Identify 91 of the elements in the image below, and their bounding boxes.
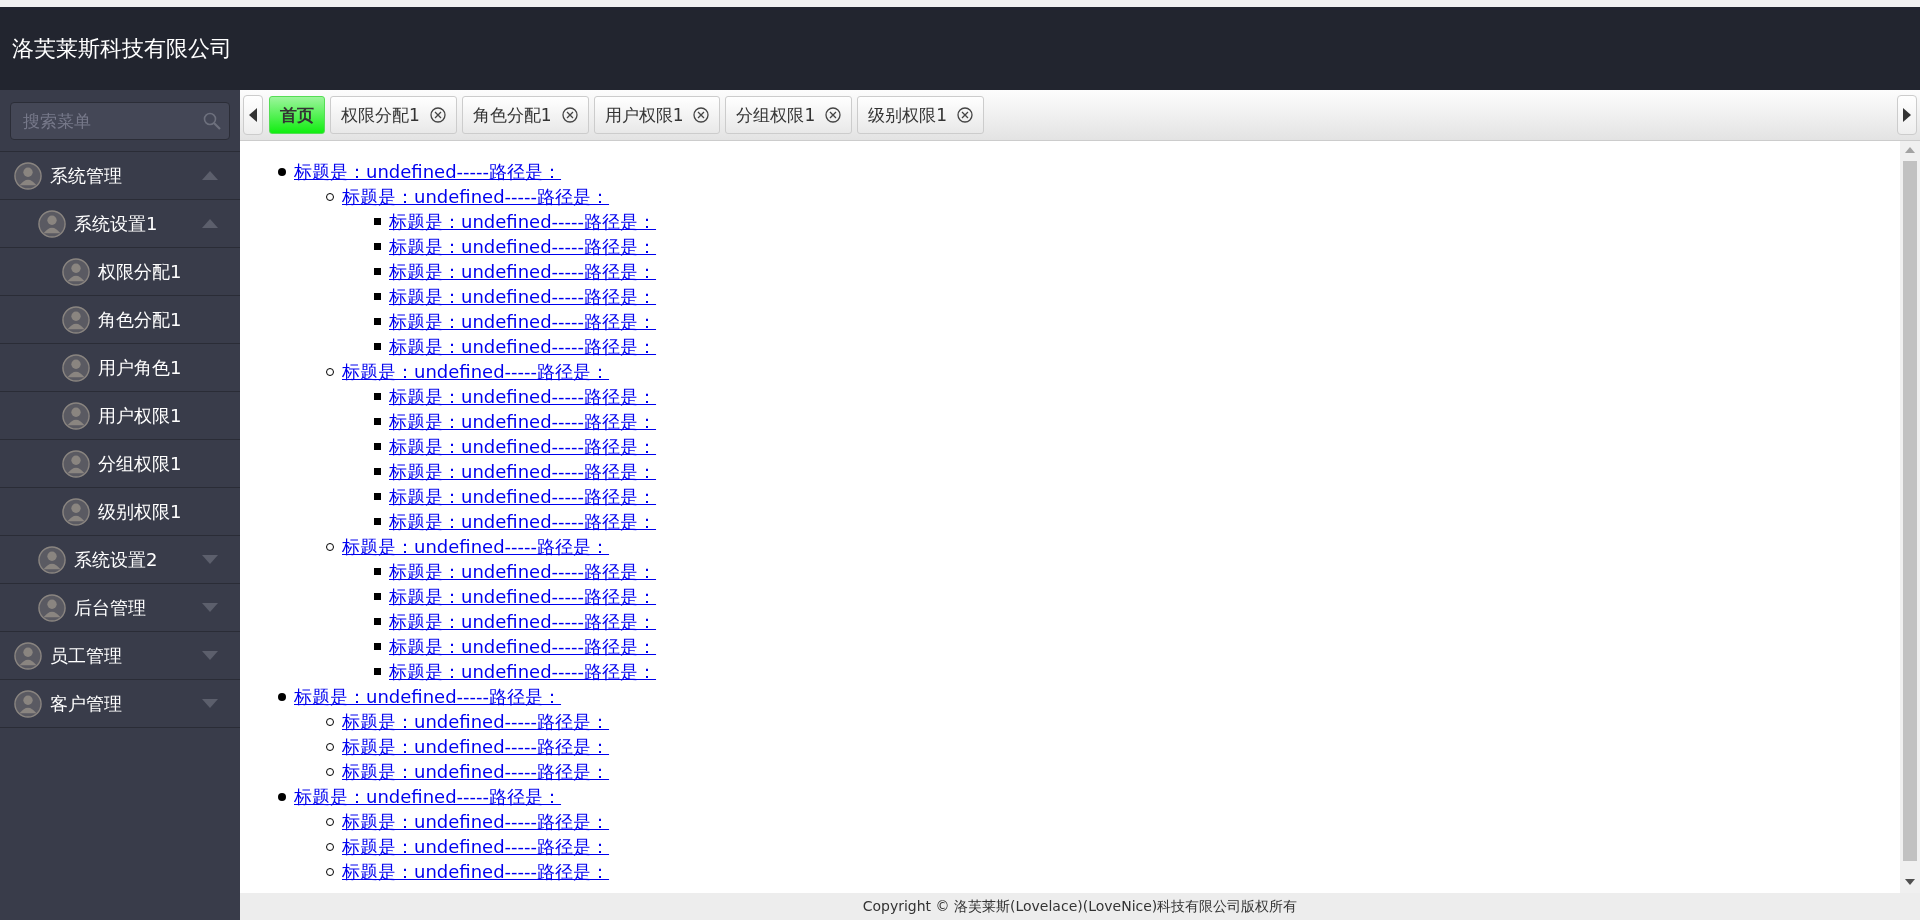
scroll-left-button[interactable] bbox=[243, 95, 263, 135]
bullet-icon bbox=[374, 643, 381, 650]
tab[interactable]: 用户权限1 bbox=[593, 96, 721, 134]
tree-link[interactable]: 标题是：undefined-----路径是： bbox=[389, 309, 657, 334]
tree-link[interactable]: 标题是：undefined-----路径是： bbox=[389, 334, 657, 359]
bullet-icon bbox=[374, 268, 381, 275]
tree-link[interactable]: 标题是：undefined-----路径是： bbox=[389, 384, 657, 409]
tree-link[interactable]: 标题是：undefined-----路径是： bbox=[342, 759, 610, 784]
tree-link[interactable]: 标题是：undefined-----路径是： bbox=[389, 234, 657, 259]
tree-link[interactable]: 标题是：undefined-----路径是： bbox=[342, 834, 610, 859]
tree-link[interactable]: 标题是：undefined-----路径是： bbox=[294, 684, 562, 709]
close-icon[interactable] bbox=[825, 107, 842, 123]
bullet-icon bbox=[278, 692, 286, 701]
left-triangle-icon bbox=[249, 108, 257, 122]
user-avatar-icon bbox=[62, 305, 90, 334]
bullet-icon bbox=[374, 668, 381, 675]
tree-link[interactable]: 标题是：undefined-----路径是： bbox=[342, 534, 610, 559]
sidebar-item[interactable]: 级别权限1 bbox=[0, 488, 240, 536]
bullet-icon bbox=[374, 443, 381, 450]
tree-link[interactable]: 标题是：undefined-----路径是： bbox=[342, 734, 610, 759]
tree-link[interactable]: 标题是：undefined-----路径是： bbox=[389, 284, 657, 309]
sidebar-item[interactable]: 权限分配1 bbox=[0, 248, 240, 296]
tree-link[interactable]: 标题是：undefined-----路径是： bbox=[342, 859, 610, 884]
bullet-icon bbox=[374, 518, 381, 525]
tree-link[interactable]: 标题是：undefined-----路径是： bbox=[389, 634, 657, 659]
tree-link[interactable]: 标题是：undefined-----路径是： bbox=[389, 559, 657, 584]
bullet-icon bbox=[278, 167, 286, 176]
sidebar-item[interactable]: 后台管理 bbox=[0, 584, 240, 632]
tree-link[interactable]: 标题是：undefined-----路径是： bbox=[389, 484, 657, 509]
tree-link[interactable]: 标题是：undefined-----路径是： bbox=[389, 584, 657, 609]
tree-link[interactable]: 标题是：undefined-----路径是： bbox=[389, 509, 657, 534]
user-avatar-icon bbox=[14, 161, 42, 190]
user-avatar-icon bbox=[62, 257, 90, 286]
tree-link[interactable]: 标题是：undefined-----路径是： bbox=[342, 709, 610, 734]
user-avatar-icon bbox=[38, 209, 66, 238]
tree-link[interactable]: 标题是：undefined-----路径是： bbox=[342, 184, 610, 209]
user-avatar-icon bbox=[62, 401, 90, 430]
sidebar-item[interactable]: 系统设置2 bbox=[0, 536, 240, 584]
tab[interactable]: 角色分配1 bbox=[461, 96, 589, 134]
bullet-icon bbox=[374, 468, 381, 475]
bullet-icon bbox=[374, 568, 381, 575]
bullet-icon bbox=[374, 318, 381, 325]
user-avatar-icon bbox=[14, 689, 42, 718]
tree-link[interactable]: 标题是：undefined-----路径是： bbox=[294, 159, 562, 184]
close-icon[interactable] bbox=[957, 107, 974, 123]
scroll-right-button[interactable] bbox=[1897, 95, 1917, 135]
sidebar-item[interactable]: 系统设置1 bbox=[0, 200, 240, 248]
search-icon bbox=[203, 112, 221, 130]
tree-link[interactable]: 标题是：undefined-----路径是： bbox=[389, 409, 657, 434]
bullet-icon bbox=[374, 493, 381, 500]
bullet-icon bbox=[374, 343, 381, 350]
right-triangle-icon bbox=[1903, 108, 1911, 122]
tab[interactable]: 分组权限1 bbox=[725, 96, 853, 134]
tree-link[interactable]: 标题是：undefined-----路径是： bbox=[389, 459, 657, 484]
bullet-icon bbox=[374, 593, 381, 600]
tree-link[interactable]: 标题是：undefined-----路径是： bbox=[389, 609, 657, 634]
sidebar-item[interactable]: 客户管理 bbox=[0, 680, 240, 728]
sidebar-item[interactable]: 角色分配1 bbox=[0, 296, 240, 344]
tree-link[interactable]: 标题是：undefined-----路径是： bbox=[342, 359, 610, 384]
bullet-icon bbox=[374, 393, 381, 400]
sidebar-item[interactable]: 系统管理 bbox=[0, 152, 240, 200]
user-avatar-icon bbox=[14, 641, 42, 670]
tree-link[interactable]: 标题是：undefined-----路径是： bbox=[389, 209, 657, 234]
close-icon[interactable] bbox=[693, 107, 710, 123]
user-avatar-icon bbox=[62, 449, 90, 478]
bullet-icon bbox=[374, 418, 381, 425]
user-avatar-icon bbox=[62, 497, 90, 526]
bullet-icon bbox=[278, 792, 286, 801]
bullet-icon bbox=[374, 218, 381, 225]
close-icon[interactable] bbox=[561, 107, 578, 123]
tree-link[interactable]: 标题是：undefined-----路径是： bbox=[294, 784, 562, 809]
company-title: 洛芙莱斯科技有限公司 bbox=[12, 34, 232, 63]
user-avatar-icon bbox=[38, 593, 66, 622]
user-avatar-icon bbox=[62, 353, 90, 382]
tab[interactable]: 级别权限1 bbox=[857, 96, 985, 134]
bullet-icon bbox=[374, 618, 381, 625]
tree-link[interactable]: 标题是：undefined-----路径是： bbox=[389, 434, 657, 459]
bullet-icon bbox=[374, 243, 381, 250]
sidebar-item[interactable]: 用户权限1 bbox=[0, 392, 240, 440]
sidebar-item[interactable]: 用户角色1 bbox=[0, 344, 240, 392]
tab[interactable]: 权限分配1 bbox=[330, 96, 457, 134]
tree-link[interactable]: 标题是：undefined-----路径是： bbox=[389, 259, 657, 284]
tab[interactable]: 首页 bbox=[269, 96, 325, 134]
tree-link[interactable]: 标题是：undefined-----路径是： bbox=[342, 809, 610, 834]
close-icon[interactable] bbox=[429, 107, 446, 123]
bullet-icon bbox=[374, 293, 381, 300]
copyright-text: Copyright © 洛芙莱斯(Lovelace)(LoveNice)科技有限公司版权所有 bbox=[862, 897, 1298, 916]
tree-link[interactable]: 标题是：undefined-----路径是： bbox=[389, 659, 657, 684]
sidebar-item[interactable]: 员工管理 bbox=[0, 632, 240, 680]
sidebar-item[interactable]: 分组权限1 bbox=[0, 440, 240, 488]
user-avatar-icon bbox=[38, 545, 66, 574]
